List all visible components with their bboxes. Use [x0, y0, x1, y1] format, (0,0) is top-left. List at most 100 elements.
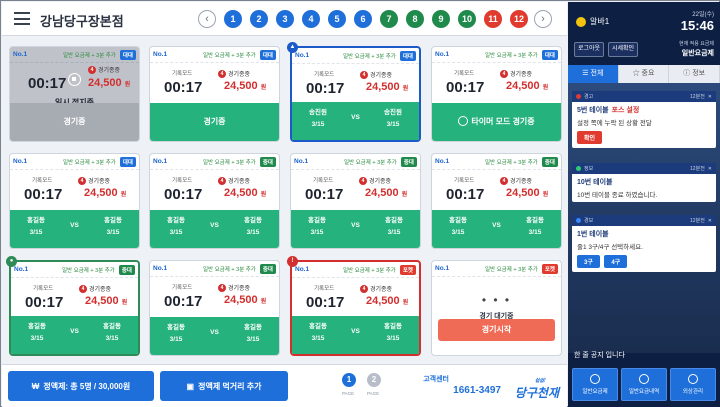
card-mode-label: 기록모드 [172, 285, 193, 291]
check-price-button[interactable]: 시세확인 [608, 42, 638, 57]
round-count-icon: 4 [218, 176, 226, 185]
table-card-1[interactable]: No.1 일반 요금제 + 3분 추가 대대 00:17 4 경기종중 24,50… [9, 46, 140, 142]
table-tab-6[interactable]: 6 [354, 10, 372, 28]
close-icon[interactable]: ✕ [708, 218, 712, 224]
right-panel: 알바1 22일(수) 15:46 로그아웃 시세확인 현재 적용 요금제 일반요… [568, 2, 720, 407]
select-3-ball-button[interactable]: 3구 [577, 255, 600, 268]
card-footer[interactable]: 홍길동 홍길동 3/15 3/15 VS [292, 316, 419, 354]
table-tab-11[interactable]: 11 [484, 10, 502, 28]
table-tab-5[interactable]: 5 [328, 10, 346, 28]
card-plan: 일반 요금제 + 3분 추가 [62, 267, 115, 274]
add-food-button[interactable]: ▣ 정액제 먹거리 추가 [160, 371, 288, 401]
card-elapsed-label: 경기종중 [228, 179, 251, 185]
card-badge: 대대 [119, 49, 136, 60]
card-footer[interactable]: 홍길동 홍길동 3/15 3/15 VS [432, 210, 561, 248]
table-card-7[interactable]: No.1 일반 요금제 + 3분 추가 중대 기록모드 00:17 4 경기종중 … [290, 153, 421, 249]
select-4-ball-button[interactable]: 4구 [604, 255, 628, 268]
card-elapsed-label: 경기종중 [369, 179, 392, 185]
card-time: 00:17 [24, 186, 63, 203]
notification-item[interactable]: 경보 12분전 ✕ 1번 테이블 줄1 3구/4구 선택하세요. 3구 4구 [572, 215, 716, 272]
card-footer[interactable]: 홍길동 홍길동 3/15 3/15 VS [291, 210, 420, 248]
close-icon[interactable]: ✕ [708, 94, 712, 100]
card-elapsed-label: 경기종중 [370, 73, 393, 79]
table-card-2[interactable]: No.1 일반 요금제 + 3분 추가 대대 기록모드 00:17 4 경기종중 … [149, 46, 280, 142]
table-tab-9[interactable]: 9 [432, 10, 450, 28]
card-no: No.1 [295, 266, 310, 273]
page-2-button[interactable]: 2 [367, 373, 381, 387]
card-footer[interactable]: 홍길동 홍길동 3/15 3/15 VS [150, 210, 279, 248]
logout-button[interactable]: 로그아웃 [574, 42, 604, 57]
table-tab-1[interactable]: 1 [224, 10, 242, 28]
notification-item[interactable]: 정보 12분전 ✕ 10번 테이블 10번 테이블 종료 하였습니다. [572, 163, 716, 202]
table-card-3[interactable]: No.1 일반 요금제 + 3분 추가 대대 기록모드 00:17 4 경기종중 … [290, 46, 421, 142]
pause-icon[interactable] [68, 73, 81, 86]
credit-manage-button[interactable]: 외상관리 [670, 368, 716, 401]
card-plan: 일반 요금제 + 3분 추가 [343, 267, 396, 274]
table-tab-7[interactable]: 7 [380, 10, 398, 28]
user-icon [576, 16, 586, 27]
card-footer[interactable]: 홍길동 홍길동 3/15 3/15 VS [10, 210, 139, 248]
tab-info[interactable]: ⓘ 정보 [669, 65, 720, 83]
notification-title: 10번 테이블 [577, 179, 613, 186]
card-footer[interactable]: 경기중 [150, 103, 279, 141]
card-footer[interactable]: 경기중 [10, 103, 139, 141]
top-bar: 강남당구장본점 ‹ 1 2 3 4 5 6 7 8 9 10 11 12 › [2, 2, 567, 36]
card-footer[interactable]: 송진원 송진원 3/15 3/15 VS [292, 102, 419, 140]
page-1-button[interactable]: 1 [342, 373, 356, 387]
card-time: 00:17 [164, 293, 203, 310]
card-plan: 일반 요금제 + 3분 추가 [485, 159, 538, 166]
table-card-11[interactable]: No.1 일반 요금제 + 3분 추가 포켓 기록모드 00:17 4 경기종중 … [290, 260, 421, 356]
card-mode-label: 기록모드 [314, 286, 335, 292]
general-plan-button[interactable]: 일반요금제 [572, 368, 618, 401]
card-footer[interactable]: 홍길동 홍길동 3/15 3/15 VS [150, 317, 279, 355]
notification-subtitle: 포스 설정 [611, 107, 640, 114]
table-card-9[interactable]: No.1 일반 요금제 + 3분 추가 중대 기록모드 00:17 4 경기종중 … [9, 260, 140, 356]
table-card-4[interactable]: No.1 일반 요금제 + 3분 추가 대대 기록모드 00:17 4 경기종중 … [431, 46, 562, 142]
card-footer[interactable]: 홍길동 홍길동 3/15 3/15 VS [11, 316, 138, 354]
card-badge: 중대 [118, 264, 135, 275]
vs-label: VS [351, 114, 360, 121]
tab-important[interactable]: ☆ 중요 [619, 65, 670, 83]
timer-icon [458, 116, 469, 126]
confirm-button[interactable]: 확인 [577, 131, 603, 144]
table-tab-8[interactable]: 8 [406, 10, 424, 28]
table-card-10[interactable]: No.1 일반 요금제 + 3분 추가 중대 기록모드 00:17 4 경기종중 … [149, 260, 280, 356]
notification-item[interactable]: 경고 12분전 ✕ 5번 테이블 포스 설정 설정 쪽에 누락 된 상황 전달 확인 [572, 91, 716, 148]
table-tab-3[interactable]: 3 [276, 10, 294, 28]
start-game-button[interactable]: 경기시작 [438, 319, 555, 341]
table-tab-4[interactable]: 4 [302, 10, 320, 28]
card-header: No.1 일반 요금제 + 3분 추가 포켓 [432, 261, 561, 277]
card-badge: 대대 [399, 50, 416, 61]
notification-time: 12분전 [690, 166, 705, 172]
round-count-icon: 4 [359, 176, 367, 185]
vs-label: VS [351, 328, 360, 335]
close-icon[interactable]: ✕ [708, 166, 712, 172]
card-no: No.1 [13, 51, 28, 58]
player-2-score: 3/15 [528, 229, 542, 236]
card-plan: 일반 요금제 + 3분 추가 [485, 52, 538, 59]
fixed-plan-button[interactable]: ₩ 정액제: 총 5명 / 30,000원 [8, 371, 154, 401]
card-no: No.1 [14, 266, 29, 273]
brand-logo: 쉽쉽! 당구천재 [514, 378, 559, 400]
table-card-8[interactable]: No.1 일반 요금제 + 3분 추가 중대 기록모드 00:17 4 경기종중 … [431, 153, 562, 249]
table-tab-12[interactable]: 12 [510, 10, 528, 28]
table-tab-10[interactable]: 10 [458, 10, 476, 28]
card-elapsed-label: 경기종중 [510, 72, 533, 78]
chevron-right-icon[interactable]: › [534, 10, 552, 28]
cs-label: 고객센터 [423, 376, 449, 383]
table-tab-2[interactable]: 2 [250, 10, 268, 28]
warn-dot-icon [576, 218, 581, 223]
tab-all[interactable]: ☰ 전체 [568, 65, 619, 83]
table-card-12[interactable]: No.1 일반 요금제 + 3분 추가 포켓 • • • 경기 대기중 경기시작 [431, 260, 562, 356]
chevron-left-icon[interactable]: ‹ [198, 10, 216, 28]
card-footer[interactable]: 타이머 모드 경기중 [432, 103, 561, 141]
card-time: 00:17 [306, 80, 345, 97]
card-plan: 일반 요금제 + 3분 추가 [63, 159, 116, 166]
table-card-6[interactable]: No.1 일반 요금제 + 3분 추가 중대 기록모드 00:17 4 경기종중 … [149, 153, 280, 249]
round-count-icon: 4 [360, 70, 368, 79]
card-header: No.1 일반 요금제 + 3분 추가 대대 [150, 47, 279, 63]
card-price: 24,500 원 [506, 187, 549, 199]
plan-history-button[interactable]: 일반요금내역 [621, 368, 667, 401]
table-card-5[interactable]: No.1 일반 요금제 + 3분 추가 대대 기록모드 00:17 4 경기종중 … [9, 153, 140, 249]
menu-icon[interactable] [14, 12, 30, 25]
